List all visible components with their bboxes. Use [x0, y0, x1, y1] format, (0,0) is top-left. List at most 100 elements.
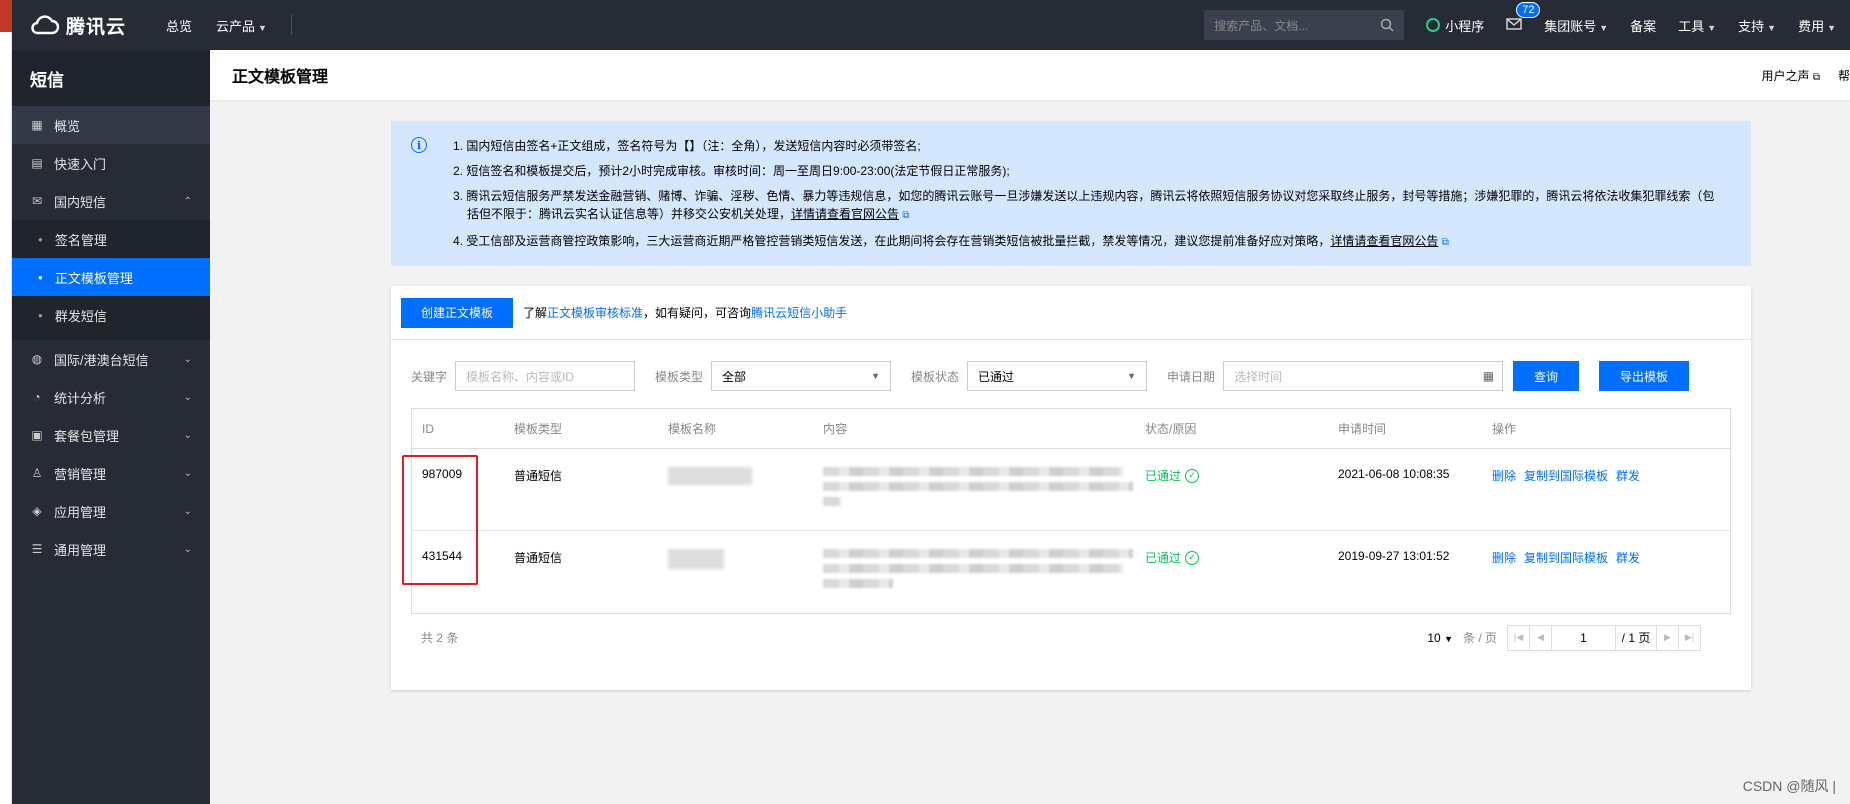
mini-program-icon	[1426, 18, 1441, 32]
sidebar-title: 短信	[12, 50, 210, 106]
browser-tab-marker	[0, 0, 12, 32]
help-link[interactable]: 帮	[1838, 67, 1850, 84]
redacted-line	[823, 549, 1133, 558]
sidebar-item-label: 国际/港澳台短信	[54, 352, 149, 368]
redacted-line	[823, 564, 1123, 573]
announcement-link[interactable]: 详情请查看官网公告	[791, 207, 899, 221]
sms-assistant-link[interactable]: 腾讯云短信小助手	[751, 304, 847, 321]
sidebar-item-label: 统计分析	[54, 390, 107, 406]
sidebar-subitem-label: 签名管理	[54, 232, 107, 248]
copy-to-international-link[interactable]: 复制到国际模板	[1524, 549, 1608, 566]
template-type-select[interactable]: 全部 ▼	[711, 361, 892, 391]
billing-menu[interactable]: 费用 ▼	[1798, 16, 1836, 35]
next-page-icon[interactable]: ▶	[1656, 625, 1678, 650]
alert-line-4-text: 4. 受工信部及运营商管控政策影响，三大运营商近期严格管控营销类短信发送，在此期…	[453, 234, 1331, 248]
calendar-icon: ▦	[1482, 369, 1495, 383]
template-content-redacted	[823, 549, 1145, 594]
sidebar-item-domestic-sms[interactable]: ✉ 国内短信 ⌃	[12, 182, 210, 220]
filing-link[interactable]: 备案	[1630, 16, 1656, 35]
review-standard-link[interactable]: 正文模板审核标准	[547, 304, 643, 321]
search-button[interactable]: 查询	[1513, 361, 1580, 391]
template-table: ID 模板类型 模板名称 内容 状态/原因 申请时间 操作 987009 普通短…	[411, 408, 1731, 614]
type-label: 模板类型	[655, 369, 704, 384]
template-status-value: 已通过	[978, 369, 1015, 384]
user-voice-link[interactable]: 用户之声 ⧉	[1761, 67, 1820, 84]
nav-cloud-products-label: 云产品	[216, 18, 256, 34]
delete-link[interactable]: 删除	[1492, 467, 1516, 484]
page-size-select[interactable]: 10 ▼	[1427, 631, 1453, 645]
template-type: 普通短信	[514, 469, 563, 483]
prev-page-icon[interactable]: ◀	[1530, 625, 1552, 650]
redacted-line	[823, 467, 1123, 476]
column-header: 模板名称	[668, 422, 717, 436]
mini-program-label: 小程序	[1445, 18, 1485, 34]
chevron-down-icon: ▼	[1827, 22, 1836, 33]
create-template-button[interactable]: 创建正文模板	[401, 297, 514, 328]
template-status-select[interactable]: 已通过 ▼	[967, 361, 1148, 391]
mini-program-link[interactable]: 小程序	[1426, 16, 1484, 35]
keyword-input[interactable]: 模板名称、内容或ID	[455, 361, 636, 391]
status-approved: 已通过 ✓	[1145, 467, 1338, 484]
sidebar-item-statistics[interactable]: ◔ 统计分析 ⌄	[12, 378, 210, 416]
sidebar-subitem-bulk-sms[interactable]: ● 群发短信	[12, 296, 210, 334]
date-picker[interactable]: 选择时间 ▦	[1223, 361, 1504, 391]
chevron-down-icon: ⌄	[183, 391, 192, 403]
cloud-logo-icon	[31, 15, 60, 35]
alert-line-3: 3. 腾讯云短信服务严禁发送金融营销、赌博、诈骗、淫秽、色情、暴力等违规信息，如…	[453, 187, 1731, 225]
status-label: 模板状态	[911, 369, 960, 384]
search-placeholder: 搜索产品、文档...	[1214, 18, 1309, 33]
template-type-value: 全部	[722, 369, 747, 384]
delete-link[interactable]: 删除	[1492, 549, 1516, 566]
template-name-redacted	[668, 549, 823, 572]
bulk-send-link[interactable]: 群发	[1616, 467, 1640, 484]
tools-label: 工具	[1678, 18, 1705, 34]
brand-logo[interactable]: 腾讯云	[12, 12, 152, 39]
sidebar-subitem-template[interactable]: ● 正文模板管理	[12, 258, 210, 296]
sidebar-subitem-label: 正文模板管理	[54, 270, 133, 286]
page-title: 正文模板管理	[232, 69, 329, 86]
chevron-down-icon: ⌄	[183, 353, 192, 365]
sidebar-item-overview[interactable]: ▦ 概览	[12, 106, 210, 144]
group-account-menu[interactable]: 集团账号 ▼	[1544, 16, 1608, 35]
alert-line-4: 4. 受工信部及运营商管控政策影响，三大运营商近期严格管控营销类短信发送，在此期…	[453, 232, 1731, 252]
external-link-icon: ⧉	[1441, 237, 1449, 248]
copy-to-international-link[interactable]: 复制到国际模板	[1524, 467, 1608, 484]
nav-overview[interactable]: 总览	[166, 16, 192, 35]
sidebar-item-international[interactable]: ◍ 国际/港澳台短信 ⌄	[12, 340, 210, 378]
bulk-send-link[interactable]: 群发	[1616, 549, 1640, 566]
search-icon	[1380, 18, 1394, 32]
highlight-annotation-box	[402, 455, 478, 585]
sidebar-item-marketing[interactable]: ♙ 营销管理 ⌄	[12, 454, 210, 492]
sidebar-item-apps[interactable]: ◈ 应用管理 ⌄	[12, 492, 210, 530]
check-circle-icon: ✓	[1185, 550, 1200, 565]
filter-bar: 关键字 模板名称、内容或ID 模板类型 全部 ▼ 模板状态 已通过 ▼ 申请日期…	[391, 356, 1751, 396]
search-input[interactable]: 搜索产品、文档...	[1204, 10, 1405, 40]
sidebar-item-quickstart[interactable]: ▤ 快速入门	[12, 144, 210, 182]
page-input[interactable]: 1	[1552, 625, 1616, 650]
table-header: ID 模板类型 模板名称 内容 状态/原因 申请时间 操作	[412, 409, 1730, 449]
tools-menu[interactable]: 工具 ▼	[1678, 16, 1716, 35]
redacted-block	[668, 467, 752, 485]
apply-time: 2021-06-08 10:08:35	[1338, 467, 1450, 481]
chevron-down-icon: ▼	[1599, 22, 1609, 33]
page-header: 正文模板管理 用户之声 ⧉ 帮	[210, 50, 1850, 100]
sidebar-subitem-signature[interactable]: ● 签名管理	[12, 220, 210, 258]
first-page-icon[interactable]: |◀	[1508, 625, 1530, 650]
column-header: 模板类型	[514, 422, 563, 436]
sidebar-item-packages[interactable]: ▣ 套餐包管理 ⌄	[12, 416, 210, 454]
globe-icon: ◍	[31, 352, 43, 366]
export-button[interactable]: 导出模板	[1599, 361, 1690, 391]
column-header: 申请时间	[1338, 422, 1387, 436]
date-placeholder: 选择时间	[1234, 369, 1283, 384]
support-menu[interactable]: 支持 ▼	[1738, 16, 1776, 35]
sidebar: 短信 ▦ 概览 ▤ 快速入门 ✉ 国内短信 ⌃ ● 签名管理 ● 正文模板管理 …	[12, 50, 210, 804]
nav-cloud-products[interactable]: 云产品 ▼	[216, 16, 267, 35]
pagination: 10 ▼ 条 / 页 |◀ ◀ 1 / 1 页 ▶ ▶|	[1427, 624, 1701, 651]
chevron-down-icon: ▼	[1707, 22, 1717, 33]
external-link-icon: ⧉	[902, 210, 910, 221]
sidebar-item-general[interactable]: ☰ 通用管理 ⌄	[12, 530, 210, 568]
mail-button[interactable]: 72	[1506, 1, 1541, 33]
last-page-icon[interactable]: ▶|	[1678, 625, 1700, 650]
template-name-redacted	[668, 467, 823, 488]
announcement-link[interactable]: 详情请查看官网公告	[1330, 234, 1438, 248]
